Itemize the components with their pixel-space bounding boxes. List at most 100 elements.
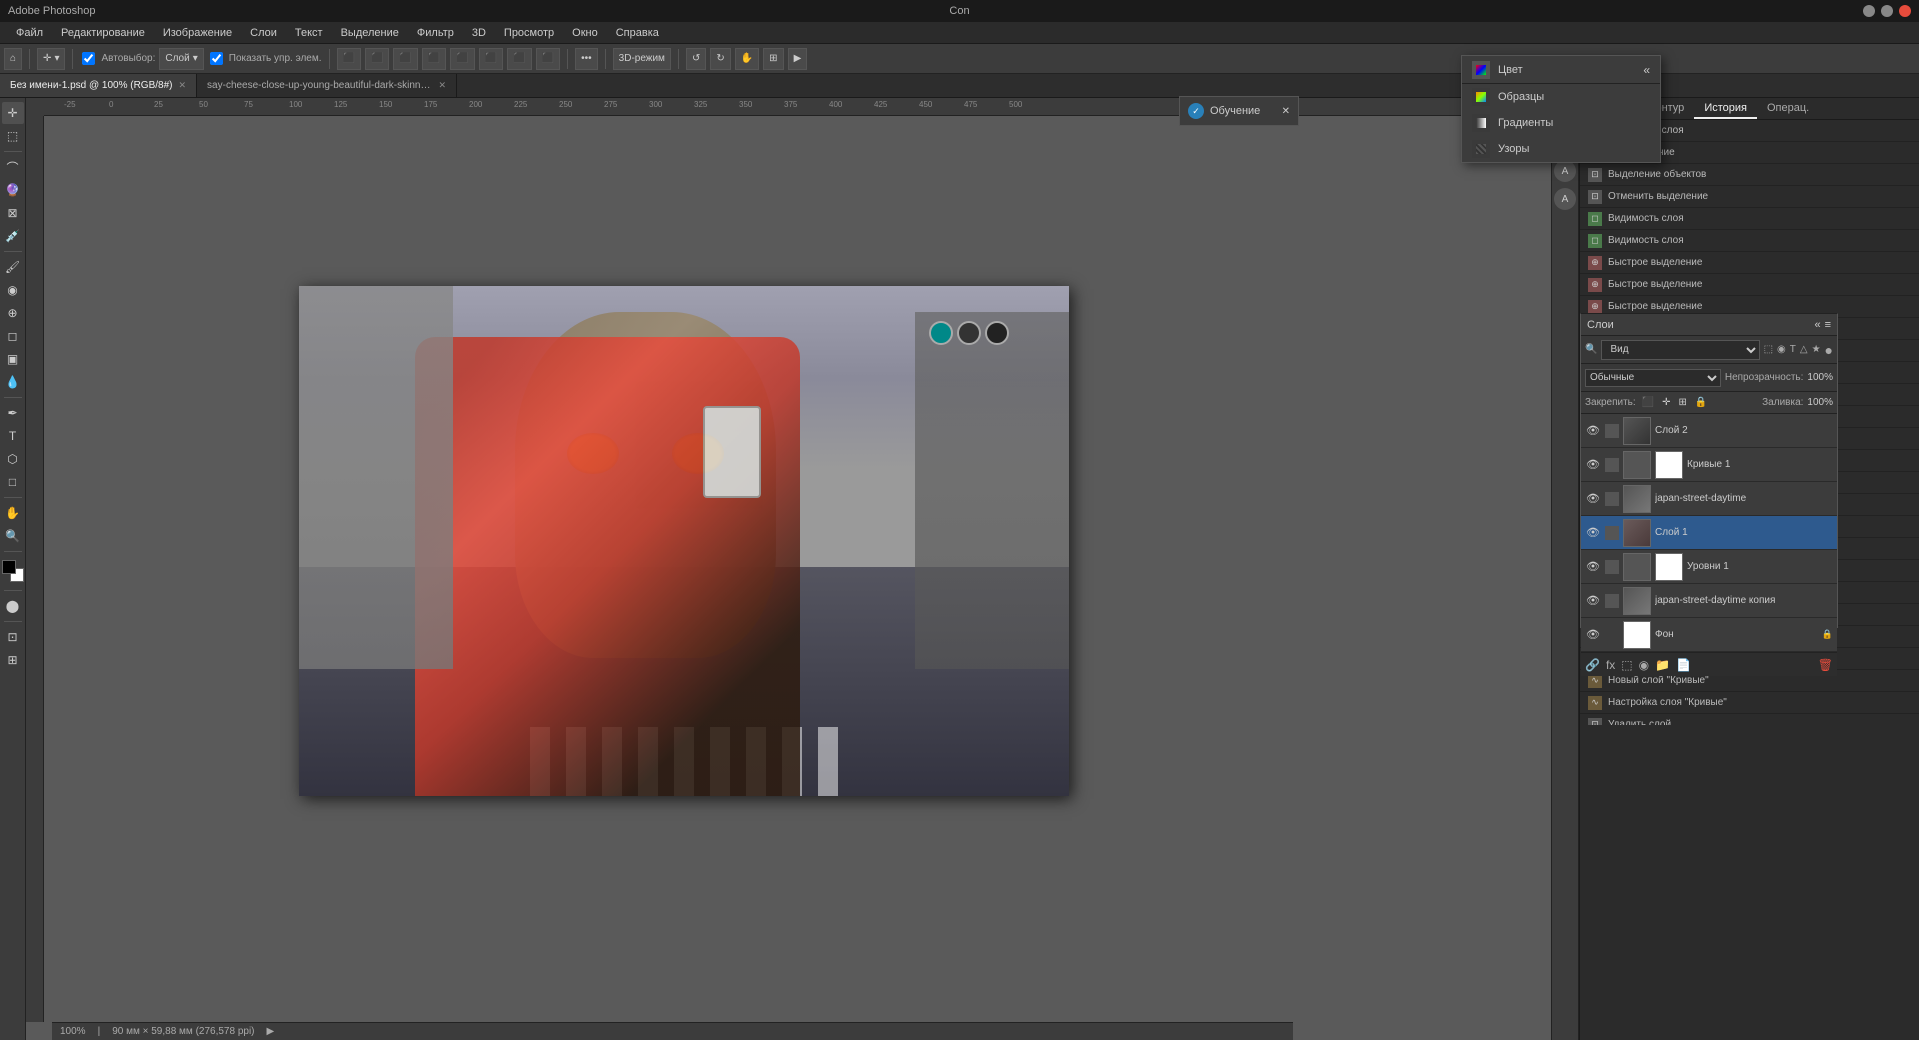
align-right-button[interactable]: ⬛ <box>393 48 417 70</box>
filter-toggle[interactable]: ● <box>1825 342 1833 358</box>
history-item-8[interactable]: ⊕ Быстрое выделение <box>1580 274 1919 296</box>
move-tool[interactable]: ✛ <box>2 102 24 124</box>
hand-button[interactable]: ✋ <box>735 48 759 70</box>
layer-select-dropdown[interactable]: Слой ▾ <box>159 48 203 70</box>
menu-edit[interactable]: Редактирование <box>53 25 153 41</box>
tab-history[interactable]: История <box>1694 99 1757 119</box>
menu-window[interactable]: Окно <box>564 25 606 41</box>
heal-tool[interactable]: ⊕ <box>2 302 24 324</box>
pen-tool[interactable]: ✒ <box>2 402 24 424</box>
align-left-button[interactable]: ⬛ <box>337 48 361 70</box>
layer-urovni[interactable]: 👁 Уровни 1 <box>1581 550 1837 584</box>
dropdown-samples[interactable]: Образцы <box>1462 84 1660 110</box>
3d-mode-button[interactable]: 3D-режим <box>613 48 671 70</box>
eye-sloy2[interactable]: 👁 <box>1585 423 1601 439</box>
add-mask-button[interactable]: ⬚ <box>1621 658 1632 672</box>
shape-tool[interactable]: □ <box>2 471 24 493</box>
zoom-tool[interactable]: 🔍 <box>2 525 24 547</box>
text-tool[interactable]: T <box>2 425 24 447</box>
distribute-h-button[interactable]: ⬛ <box>507 48 531 70</box>
tab-psd-close[interactable]: ✕ <box>179 80 187 91</box>
history-item-5[interactable]: ◻ Видимость слоя <box>1580 208 1919 230</box>
new-layer-button[interactable]: 📄 <box>1676 658 1691 672</box>
menu-image[interactable]: Изображение <box>155 25 240 41</box>
home-button[interactable]: ⌂ <box>4 48 22 70</box>
zoom-fit-button[interactable]: ⊞ <box>763 48 783 70</box>
stamp-tool[interactable]: ◉ <box>2 279 24 301</box>
layer-sloy1[interactable]: 👁 Слой 1 <box>1581 516 1837 550</box>
pixel-filter-icon[interactable]: ⬚ <box>1764 344 1773 355</box>
history-item-27[interactable]: ∿ Настройка слоя "Кривые" <box>1580 692 1919 714</box>
align-bottom-button[interactable]: ⬛ <box>479 48 503 70</box>
ai-button-4[interactable]: A <box>1554 188 1576 210</box>
new-group-button[interactable]: 📁 <box>1655 658 1670 672</box>
lock-all-icon[interactable]: 🔒 <box>1693 397 1709 408</box>
rotate-ccw-button[interactable]: ↺ <box>686 48 706 70</box>
distribute-v-button[interactable]: ⬛ <box>536 48 560 70</box>
lock-position-icon[interactable]: ✛ <box>1660 397 1672 408</box>
eye-urovni[interactable]: 👁 <box>1585 559 1601 575</box>
tab-jpg-close[interactable]: ✕ <box>439 80 447 91</box>
layer-fon[interactable]: 👁 Фон 🔒 <box>1581 618 1837 652</box>
canvas-area[interactable]: -25 0 25 50 75 100 125 150 175 200 225 2… <box>26 98 1551 1040</box>
tab-jpg[interactable]: say-cheese-close-up-young-beautiful-dark… <box>197 74 457 98</box>
menu-text[interactable]: Текст <box>287 25 331 41</box>
menu-3d[interactable]: 3D <box>464 25 494 41</box>
blending-mode-dropdown[interactable]: Обычные <box>1585 369 1721 387</box>
close-button[interactable] <box>1899 5 1911 17</box>
menu-filter[interactable]: Фильтр <box>409 25 462 41</box>
ai-button-3[interactable]: A <box>1554 160 1576 182</box>
fill-value[interactable]: 100% <box>1807 397 1833 408</box>
layer-japan[interactable]: 👁 japan-street-daytime <box>1581 482 1837 516</box>
hand-tool[interactable]: ✋ <box>2 502 24 524</box>
shape-filter-icon[interactable]: △ <box>1800 344 1808 355</box>
screen-mode-button[interactable]: ⊡ <box>2 626 24 648</box>
restore-button[interactable] <box>1881 5 1893 17</box>
move-tool-button[interactable]: ✛ ▾ <box>37 48 65 70</box>
history-item-4[interactable]: ⊡ Отменить выделение <box>1580 186 1919 208</box>
eye-fon[interactable]: 👁 <box>1585 627 1601 643</box>
lock-artboard-icon[interactable]: ⊞ <box>1677 397 1689 408</box>
menu-select[interactable]: Выделение <box>333 25 407 41</box>
menu-file[interactable]: Файл <box>8 25 51 41</box>
rotate-cw-button[interactable]: ↻ <box>710 48 730 70</box>
panel-options-icon[interactable]: ≡ <box>1825 319 1831 331</box>
text-filter-icon[interactable]: T <box>1790 344 1796 355</box>
delete-layer-button[interactable]: 🗑 <box>1818 658 1833 672</box>
tab-psd[interactable]: Без имени-1.psd @ 100% (RGB/8#) ✕ <box>0 74 197 98</box>
more-options-button[interactable]: ••• <box>575 48 598 70</box>
link-layers-button[interactable]: 🔗 <box>1585 658 1600 672</box>
align-top-button[interactable]: ⬛ <box>422 48 446 70</box>
canvas-image-container[interactable] <box>44 116 1551 1022</box>
eye-japan[interactable]: 👁 <box>1585 491 1601 507</box>
select-tool[interactable]: ⬚ <box>2 125 24 147</box>
quick-select-tool[interactable]: 🔮 <box>2 179 24 201</box>
tab-operations[interactable]: Операц. <box>1757 99 1819 119</box>
eraser-tool[interactable]: ◻ <box>2 325 24 347</box>
artboard-tool[interactable]: ⊞ <box>2 649 24 671</box>
canvas-document[interactable] <box>299 286 1069 796</box>
eye-sloy1[interactable]: 👁 <box>1585 525 1601 541</box>
align-center-v-button[interactable]: ⬛ <box>450 48 474 70</box>
menu-help[interactable]: Справка <box>608 25 667 41</box>
history-item-7[interactable]: ⊕ Быстрое выделение <box>1580 252 1919 274</box>
dropdown-patterns[interactable]: Узоры <box>1462 136 1660 162</box>
crop-tool[interactable]: ⊠ <box>2 202 24 224</box>
opacity-value[interactable]: 100% <box>1807 372 1833 383</box>
show-transform-checkbox[interactable] <box>210 52 223 65</box>
panel-collapse-icon[interactable]: « <box>1814 319 1820 331</box>
menu-view[interactable]: Просмотр <box>496 25 562 41</box>
smart-filter-icon[interactable]: ★ <box>1812 344 1821 355</box>
layer-krivye[interactable]: 👁 Кривые 1 <box>1581 448 1837 482</box>
history-item-6[interactable]: ◻ Видимость слоя <box>1580 230 1919 252</box>
blur-tool[interactable]: 💧 <box>2 371 24 393</box>
layer-kind-dropdown[interactable]: Вид <box>1601 340 1759 360</box>
layer-sloy2[interactable]: 👁 Слой 2 <box>1581 414 1837 448</box>
eyedropper-tool[interactable]: 💉 <box>2 225 24 247</box>
adjust-filter-icon[interactable]: ◉ <box>1777 344 1786 355</box>
align-center-h-button[interactable]: ⬛ <box>365 48 389 70</box>
layer-japan-copy[interactable]: 👁 japan-street-daytime копия <box>1581 584 1837 618</box>
eye-japan-copy[interactable]: 👁 <box>1585 593 1601 609</box>
add-effect-button[interactable]: fx <box>1606 658 1615 672</box>
path-select-tool[interactable]: ⬡ <box>2 448 24 470</box>
